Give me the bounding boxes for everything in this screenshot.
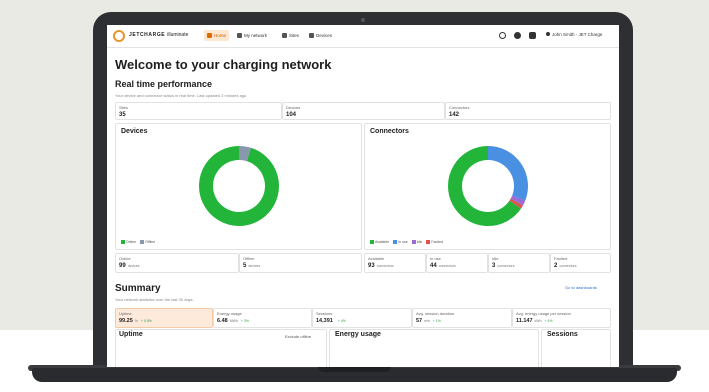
stat-value: 2 connectors xyxy=(554,263,577,269)
nav-item-my-network[interactable]: My network xyxy=(234,30,270,41)
stat-card-in-use: In use 44 connectors xyxy=(426,253,488,273)
stat-card-devices: Devices 104 xyxy=(282,102,445,120)
stat-value: 104 xyxy=(286,112,297,118)
energy-usage-heading: Energy usage xyxy=(335,331,381,338)
summary-card-uptime[interactable]: Uptime 99.25% + 0.5% xyxy=(115,308,213,328)
network-icon xyxy=(237,33,242,38)
nav-item-devices[interactable]: Devices xyxy=(306,30,335,41)
stat-label: Connectors xyxy=(449,105,470,110)
stat-label: Energy usage xyxy=(217,311,242,316)
summary-title: Summary xyxy=(115,283,161,294)
brand-suffix: illuminate xyxy=(167,32,189,38)
donut-slice-in-use[interactable] xyxy=(487,146,528,201)
stat-label: Uptime xyxy=(119,311,132,316)
brand-name: JETCHARGE illuminate xyxy=(129,32,188,38)
go-to-dashboards-link[interactable]: Go to dashboards xyxy=(565,285,597,290)
stat-value: 5 devices xyxy=(243,263,261,269)
user-icon xyxy=(546,32,550,36)
donut-slice-faulted[interactable] xyxy=(509,198,523,209)
legend-item-faulted: Faulted xyxy=(426,240,443,244)
summary-card-energy-usage[interactable]: Energy usage 6.48 MWh + 3% xyxy=(213,308,312,328)
nav-item-home[interactable]: Home xyxy=(204,30,230,41)
uptime-heading: Uptime xyxy=(119,331,143,338)
summary-card-sessions[interactable]: Sessions 14,391 + 4% xyxy=(312,308,412,328)
stat-card-faulted: Faulted 2 connectors xyxy=(550,253,611,273)
search-icon[interactable] xyxy=(499,32,506,39)
chart-legend: Available In use Idle Faulted xyxy=(370,240,443,244)
stat-card-sites: Sites 35 xyxy=(115,102,282,120)
stat-label: In use xyxy=(430,256,441,261)
app-screen: JETCHARGE illuminate Home My network Sit… xyxy=(107,25,619,367)
stat-label: Devices xyxy=(286,105,301,110)
legend-item-online: Online xyxy=(121,240,136,244)
devices-donut-chart xyxy=(199,146,279,226)
nav-item-label: My network xyxy=(244,33,268,38)
gear-icon[interactable] xyxy=(529,32,536,39)
sites-icon xyxy=(282,33,287,38)
stat-label: Sessions xyxy=(316,311,333,316)
logo-icon xyxy=(113,30,125,42)
devices-chart-card: Devices Online Offline xyxy=(115,123,362,250)
stat-label: Available xyxy=(368,256,385,261)
section-title: Real time performance xyxy=(115,79,213,89)
stat-label: Avg. energy usage per session xyxy=(516,311,571,316)
brand-text: JETCHARGE xyxy=(129,32,166,38)
stat-value: 142 xyxy=(449,112,460,118)
donut-slice-online[interactable] xyxy=(199,146,279,226)
stat-label: Faulted xyxy=(554,256,568,261)
nav-item-label: Home xyxy=(214,33,227,38)
stat-label: Offline xyxy=(243,256,255,261)
stat-card-online: Online 99 devices xyxy=(115,253,239,273)
stat-value: 99 devices xyxy=(119,263,140,269)
stat-label: Avg. session duration xyxy=(416,311,455,316)
stat-label: Online xyxy=(119,256,131,261)
summary-card-avg-energy-per-session[interactable]: Avg. energy usage per session 11.147 kWh +… xyxy=(512,308,611,328)
stat-card-offline: Offline 5 devices xyxy=(239,253,362,273)
exclude-offline-toggle[interactable]: Exclude offline xyxy=(285,334,311,339)
stat-label: Sites xyxy=(119,105,128,110)
stat-value: 99.25% + 0.5% xyxy=(119,318,152,324)
devices-icon xyxy=(309,33,314,38)
section-subtitle: Your device and connector status in real… xyxy=(115,93,248,98)
user-name: John Smith - JET Charge xyxy=(552,32,603,37)
donut-slice-idle[interactable] xyxy=(510,195,526,206)
stat-card-connectors: Connectors 142 xyxy=(445,102,611,120)
home-icon xyxy=(207,33,212,38)
nav-item-sites[interactable]: Sites xyxy=(279,30,302,41)
donut-slice-offline[interactable] xyxy=(238,146,251,162)
stat-card-available: Available 93 connectors xyxy=(364,253,426,273)
help-icon[interactable] xyxy=(514,32,521,39)
user-menu[interactable]: John Smith - JET Charge xyxy=(546,32,602,37)
legend-item-in-use: In use xyxy=(393,240,408,244)
stat-value: 35 xyxy=(119,112,126,118)
nav-item-label: Sites xyxy=(289,33,300,38)
stat-value: 57 min + 1% xyxy=(416,318,441,324)
top-nav: JETCHARGE illuminate Home My network Sit… xyxy=(107,25,619,48)
connectors-chart-card: Connectors Available In use Idle Faulted xyxy=(364,123,611,250)
stat-value: 11.147 kWh + 4% xyxy=(516,318,553,324)
nav-item-label: Devices xyxy=(316,33,333,38)
chart-legend: Online Offline xyxy=(121,240,155,244)
stat-value: 44 connectors xyxy=(430,263,456,269)
summary-subtitle: Your network statistics over the last 30… xyxy=(115,297,194,302)
stat-value: 6.48 MWh + 3% xyxy=(217,318,249,324)
stat-value: 14,391 + 4% xyxy=(316,318,346,324)
stat-value: 93 connectors xyxy=(368,263,394,269)
stat-value: 3 connectors xyxy=(492,263,515,269)
legend-item-available: Available xyxy=(370,240,389,244)
legend-item-idle: Idle xyxy=(411,240,422,244)
page-title: Welcome to your charging network xyxy=(115,57,332,72)
summary-card-avg-session-duration[interactable]: Avg. session duration 57 min + 1% xyxy=(412,308,512,328)
stat-label: Idle xyxy=(492,256,499,261)
sessions-heading: Sessions xyxy=(547,331,578,338)
legend-item-offline: Offline xyxy=(140,240,155,244)
stat-card-idle: Idle 3 connectors xyxy=(488,253,550,273)
camera-dot xyxy=(361,18,365,22)
connectors-donut-chart xyxy=(448,146,528,226)
